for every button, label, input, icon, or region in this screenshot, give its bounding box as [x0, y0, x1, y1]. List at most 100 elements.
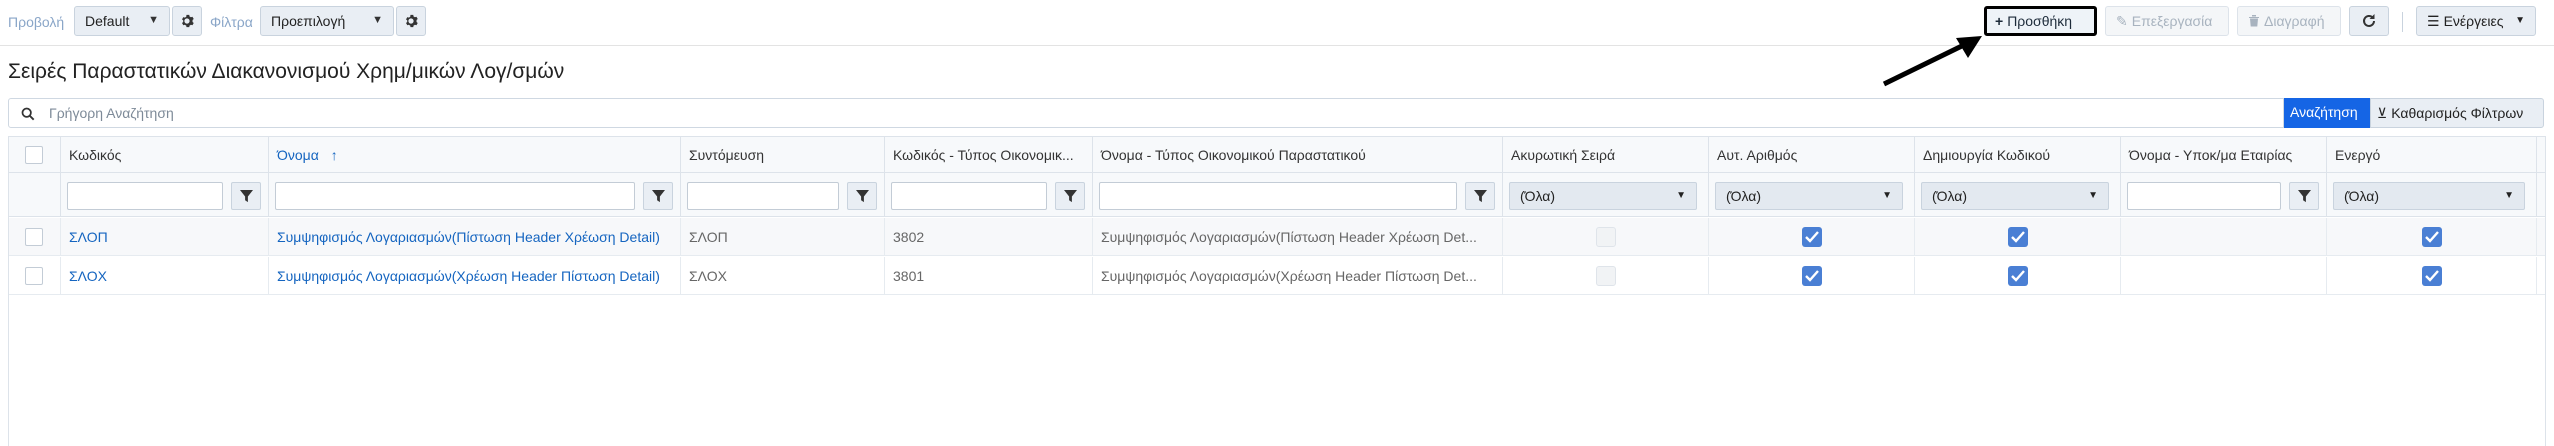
filter-select-auto-number[interactable]: (Όλα) ▼: [1715, 182, 1903, 210]
filter-cell-cancel-series: (Όλα) ▼: [1503, 173, 1709, 216]
chevron-down-icon: ▼: [1676, 190, 1686, 201]
filter-select-cancel-series[interactable]: (Όλα) ▼: [1509, 182, 1697, 210]
filter-icon: [856, 190, 869, 203]
filter-select-create-code[interactable]: (Όλα) ▼: [1921, 182, 2109, 210]
filter-cell-name: [269, 173, 681, 216]
check-icon: [1805, 270, 1819, 282]
edit-button-label: Επεξεργασία: [2131, 13, 2213, 29]
filter-button-code[interactable]: [231, 182, 261, 210]
column-header-name[interactable]: Όνομα ↑: [269, 137, 681, 172]
delete-button[interactable]: Διαγραφή: [2237, 6, 2341, 36]
filter-button-doc-type-name[interactable]: [1465, 182, 1495, 210]
menu-icon: ☰: [2427, 13, 2440, 29]
filter-input-name[interactable]: [275, 182, 635, 210]
cell-active: [2327, 257, 2537, 294]
cell-create-code: [1915, 257, 2121, 294]
add-button-label: Προσθήκη: [2007, 13, 2073, 29]
column-header-auto-number[interactable]: Αυτ. Αριθμός: [1709, 137, 1915, 172]
filter-input-code[interactable]: [67, 182, 223, 210]
checkbox-checked: [2008, 266, 2028, 286]
checkbox-checked: [1802, 266, 1822, 286]
filter-select-active[interactable]: (Όλα) ▼: [2333, 182, 2525, 210]
filter-input-doc-type-name[interactable]: [1099, 182, 1457, 210]
cell-branch-name: [2121, 257, 2327, 294]
filter-cell-shortcut: [681, 173, 885, 216]
filter-button-doc-type-code[interactable]: [1055, 182, 1085, 210]
filter-button-shortcut[interactable]: [847, 182, 877, 210]
add-button[interactable]: + Προσθήκη: [1984, 6, 2097, 36]
row-select-cell: [9, 257, 61, 294]
row-checkbox[interactable]: [25, 267, 43, 285]
filter-icon: [240, 190, 253, 203]
filter-button-name[interactable]: [643, 182, 673, 210]
filter-icon: [1474, 190, 1487, 203]
filter-cell-branch-name: [2121, 173, 2327, 216]
actions-button-label: Ενέργειες: [2443, 13, 2504, 29]
filter-input-branch-name[interactable]: [2127, 182, 2281, 210]
filters-select-value: Προεπιλογή: [271, 13, 346, 29]
chevron-down-icon: ▼: [372, 14, 383, 26]
row-checkbox[interactable]: [25, 228, 43, 246]
filter-input-doc-type-code[interactable]: [891, 182, 1047, 210]
filter-cell-doc-type-name: [1093, 173, 1503, 216]
column-header-create-code[interactable]: Δημιουργία Κωδικού: [1915, 137, 2121, 172]
cell-code[interactable]: ΣΛΟΠ: [61, 218, 269, 255]
filter-cell-code: [61, 173, 269, 216]
cell-name[interactable]: Συμψηφισμός Λογαριασμών(Πίστωση Header Χ…: [269, 218, 681, 255]
quick-search-input[interactable]: [49, 103, 2249, 123]
checkbox-unchecked: [1596, 227, 1616, 247]
check-icon: [2425, 231, 2439, 243]
cell-create-code: [1915, 218, 2121, 255]
toolbar: Προβολή Default ▼ Φίλτρα Προεπιλογή ▼ + Π…: [0, 0, 2554, 46]
filter-icon: [2298, 190, 2311, 203]
view-settings-button[interactable]: [172, 6, 202, 36]
refresh-button[interactable]: [2349, 6, 2389, 36]
column-header-branch-name[interactable]: Όνομα - Υποκ/μα Εταιρίας: [2121, 137, 2327, 172]
cell-code[interactable]: ΣΛΟΧ: [61, 257, 269, 294]
column-header-shortcut[interactable]: Συντόμευση: [681, 137, 885, 172]
filters-select[interactable]: Προεπιλογή ▼: [260, 6, 394, 36]
filter-cell-create-code: (Όλα) ▼: [1915, 173, 2121, 216]
select-all-checkbox[interactable]: [25, 146, 43, 164]
table-row[interactable]: ΣΛΟΧ Συμψηφισμός Λογαριασμών(Χρέωση Head…: [9, 257, 2545, 295]
column-header-active[interactable]: Ενεργό: [2327, 137, 2537, 172]
data-grid: Κωδικός Όνομα ↑ Συντόμευση Κωδικός - Τύπο…: [8, 136, 2546, 446]
chevron-down-icon: ▼: [2515, 15, 2525, 26]
column-header-name-label: Όνομα: [277, 147, 319, 163]
cell-cancel-series: [1503, 218, 1709, 255]
trash-icon: [2249, 15, 2259, 27]
cell-name[interactable]: Συμψηφισμός Λογαριασμών(Χρέωση Header Πί…: [269, 257, 681, 294]
grid-header-row: Κωδικός Όνομα ↑ Συντόμευση Κωδικός - Τύπο…: [9, 137, 2545, 173]
table-row[interactable]: ΣΛΟΠ Συμψηφισμός Λογαριασμών(Πίστωση Hea…: [9, 218, 2545, 256]
clear-filters-button[interactable]: ⊻ Καθαρισμός Φίλτρων: [2370, 98, 2544, 128]
quick-search-field[interactable]: [8, 98, 2284, 128]
edit-button[interactable]: ✎ Επεξεργασία: [2105, 6, 2229, 36]
filter-select-value: (Όλα): [1520, 188, 1556, 204]
column-header-doc-type-code[interactable]: Κωδικός - Τύπος Οικονομικ...: [885, 137, 1093, 172]
filter-button-branch-name[interactable]: [2289, 182, 2319, 210]
filters-settings-button[interactable]: [396, 6, 426, 36]
check-icon: [2425, 270, 2439, 282]
search-button[interactable]: Αναζήτηση: [2284, 98, 2370, 128]
chevron-down-icon: ▼: [2504, 190, 2514, 201]
column-header-doc-type-name[interactable]: Όνομα - Τύπος Οικονομικού Παραστατικού: [1093, 137, 1503, 172]
select-all-cell: [9, 137, 61, 172]
check-icon: [2011, 270, 2025, 282]
checkbox-unchecked: [1596, 266, 1616, 286]
clear-filters-label: Καθαρισμός Φίλτρων: [2391, 105, 2524, 121]
view-label: Προβολή: [8, 14, 65, 30]
column-header-code[interactable]: Κωδικός: [61, 137, 269, 172]
view-select[interactable]: Default ▼: [74, 6, 170, 36]
chevron-down-icon: ▼: [2088, 190, 2098, 201]
cell-active: [2327, 218, 2537, 255]
column-header-cancel-series[interactable]: Ακυρωτική Σειρά: [1503, 137, 1709, 172]
cell-shortcut: ΣΛΟΠ: [681, 218, 885, 255]
cell-shortcut: ΣΛΟΧ: [681, 257, 885, 294]
filter-select-value: (Όλα): [1726, 188, 1762, 204]
filter-cell-active: (Όλα) ▼: [2327, 173, 2537, 216]
cell-doc-type-name: Συμψηφισμός Λογαριασμών(Χρέωση Header Πί…: [1093, 257, 1503, 294]
annotation-arrow-icon: [1882, 36, 1982, 87]
filter-input-shortcut[interactable]: [687, 182, 839, 210]
actions-menu-button[interactable]: ☰ Ενέργειες ▼: [2416, 6, 2536, 36]
cell-doc-type-code: 3801: [885, 257, 1093, 294]
